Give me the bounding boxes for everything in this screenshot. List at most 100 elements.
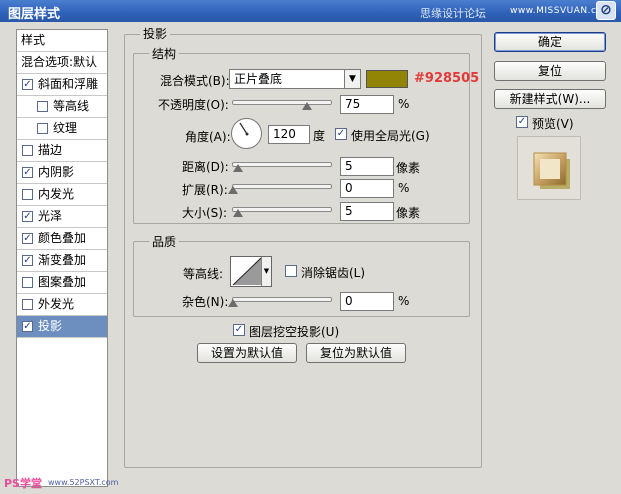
structure-legend: 结构	[149, 45, 180, 62]
style-preview-thumbnail	[517, 136, 581, 200]
style-list-item[interactable]: ✓ 颜色叠加	[17, 228, 107, 250]
distance-input[interactable]: 5	[340, 157, 394, 176]
chevron-down-icon[interactable]: ▼	[261, 257, 271, 286]
noise-slider-thumb[interactable]	[228, 299, 238, 307]
blend-mode-select[interactable]: 正片叠底 ▼	[229, 69, 361, 89]
style-checkbox[interactable]	[22, 299, 33, 310]
reset-default-button[interactable]: 复位为默认值	[306, 343, 406, 363]
opacity-label: 不透明度(O):	[158, 98, 229, 112]
spread-input[interactable]: 0	[340, 179, 394, 198]
style-list-item-label: 颜色叠加	[38, 231, 87, 245]
style-list-item[interactable]: ✓ 光泽	[17, 206, 107, 228]
style-list-item[interactable]: 等高线	[17, 96, 107, 118]
title-bar: 图层样式 思缘设计论坛 www.MISSVUAN.com ⊘	[0, 0, 621, 22]
noise-input[interactable]: 0	[340, 292, 394, 311]
opacity-unit: %	[398, 97, 410, 111]
distance-label: 距离(D):	[182, 160, 229, 174]
global-light-label[interactable]: 使用全局光(G)	[351, 127, 430, 144]
ps-url-text: www.52PSXT.com	[48, 478, 119, 487]
spread-unit: %	[398, 181, 410, 195]
angle-input[interactable]: 120	[268, 125, 310, 144]
style-list-item[interactable]: 图案叠加	[17, 272, 107, 294]
style-checkbox[interactable]	[22, 277, 33, 288]
spread-label: 扩展(R):	[182, 183, 228, 197]
style-list-item-label: 斜面和浮雕	[38, 77, 99, 91]
style-list-item[interactable]: ✓ 渐变叠加	[17, 250, 107, 272]
style-checkbox[interactable]: ✓	[22, 167, 33, 178]
knockout-label[interactable]: 图层挖空投影(U)	[249, 323, 339, 340]
style-list-item-label: 内阴影	[38, 165, 75, 179]
style-checkbox[interactable]	[22, 189, 33, 200]
noise-unit: %	[398, 294, 410, 308]
style-list-item[interactable]: ✓ 投影	[17, 316, 107, 338]
color-hex-label: #928505	[414, 71, 480, 86]
list-header-blend-options[interactable]: 混合选项:默认	[17, 52, 107, 74]
quality-legend: 品质	[149, 233, 180, 250]
ok-button[interactable]: 确定	[494, 32, 606, 52]
style-list-item-label: 渐变叠加	[38, 253, 87, 267]
style-checkbox[interactable]: ✓	[22, 255, 33, 266]
style-list-item-label: 光泽	[38, 209, 63, 223]
panel-title: 投影	[140, 25, 171, 42]
distance-slider-thumb[interactable]	[233, 164, 243, 172]
contour-picker[interactable]: ▼	[230, 256, 272, 287]
style-list-item[interactable]: ✓ 内阴影	[17, 162, 107, 184]
antialias-checkbox[interactable]	[285, 265, 297, 277]
style-list-item-label: 等高线	[53, 99, 90, 113]
preview-swatch-image	[533, 152, 570, 189]
style-checkbox[interactable]: ✓	[22, 211, 33, 222]
style-list-item-label: 描边	[38, 143, 63, 157]
angle-dial[interactable]	[231, 118, 262, 149]
contour-curve-icon	[232, 257, 262, 286]
close-icon[interactable]: ⊘	[596, 1, 616, 20]
blend-mode-label: 混合模式(B):	[160, 74, 230, 88]
opacity-input[interactable]: 75	[340, 95, 394, 114]
style-list-item[interactable]: 描边	[17, 140, 107, 162]
style-list-item-label: 纹理	[53, 121, 78, 135]
style-list-item[interactable]: 纹理	[17, 118, 107, 140]
shadow-color-swatch[interactable]	[366, 70, 408, 88]
opacity-slider[interactable]	[232, 100, 332, 105]
spread-slider-thumb[interactable]	[228, 186, 238, 194]
style-checkbox[interactable]	[37, 101, 48, 112]
preview-checkbox[interactable]: ✓	[516, 116, 528, 128]
size-slider[interactable]	[232, 207, 332, 212]
angle-needle-icon	[239, 122, 249, 136]
style-list: 样式 混合选项:默认 ✓ 斜面和浮雕 等高线 纹理 描边 ✓ 内阴影 内发光 ✓ 光泽 ✓ 颜色叠加 ✓…	[16, 29, 108, 487]
ps-logo-text: PS学堂	[4, 477, 42, 490]
size-label: 大小(S):	[182, 206, 228, 220]
spread-slider[interactable]	[232, 184, 332, 189]
distance-slider[interactable]	[232, 162, 332, 167]
contour-label: 等高线:	[183, 267, 224, 281]
style-list-item[interactable]: 内发光	[17, 184, 107, 206]
style-list-item[interactable]: 外发光	[17, 294, 107, 316]
size-slider-thumb[interactable]	[233, 209, 243, 217]
new-style-button[interactable]: 新建样式(W)...	[494, 89, 606, 109]
blend-mode-value: 正片叠底	[234, 72, 283, 86]
reset-button[interactable]: 复位	[494, 61, 606, 81]
distance-unit: 像素	[396, 161, 421, 175]
window-title: 图层样式	[8, 7, 61, 22]
preview-label[interactable]: 预览(V)	[532, 115, 574, 132]
style-checkbox[interactable]: ✓	[22, 79, 33, 90]
style-list-item-label: 图案叠加	[38, 275, 87, 289]
antialias-label[interactable]: 消除锯齿(L)	[301, 264, 365, 281]
style-checkbox[interactable]	[22, 145, 33, 156]
noise-label: 杂色(N):	[182, 295, 229, 309]
style-checkbox[interactable]: ✓	[22, 321, 33, 332]
noise-slider[interactable]	[232, 297, 332, 302]
opacity-slider-thumb[interactable]	[302, 102, 312, 110]
style-list-item-label: 外发光	[38, 297, 75, 311]
style-list-item-label: 投影	[38, 319, 63, 333]
global-light-checkbox[interactable]: ✓	[335, 128, 347, 140]
make-default-button[interactable]: 设置为默认值	[197, 343, 297, 363]
style-checkbox[interactable]: ✓	[22, 233, 33, 244]
size-input[interactable]: 5	[340, 202, 394, 221]
style-list-item[interactable]: ✓ 斜面和浮雕	[17, 74, 107, 96]
style-list-item-label: 内发光	[38, 187, 75, 201]
angle-unit: 度	[313, 129, 326, 143]
chevron-down-icon: ▼	[344, 70, 360, 88]
list-header-styles[interactable]: 样式	[17, 30, 107, 52]
knockout-checkbox[interactable]: ✓	[233, 324, 245, 336]
style-checkbox[interactable]	[37, 123, 48, 134]
